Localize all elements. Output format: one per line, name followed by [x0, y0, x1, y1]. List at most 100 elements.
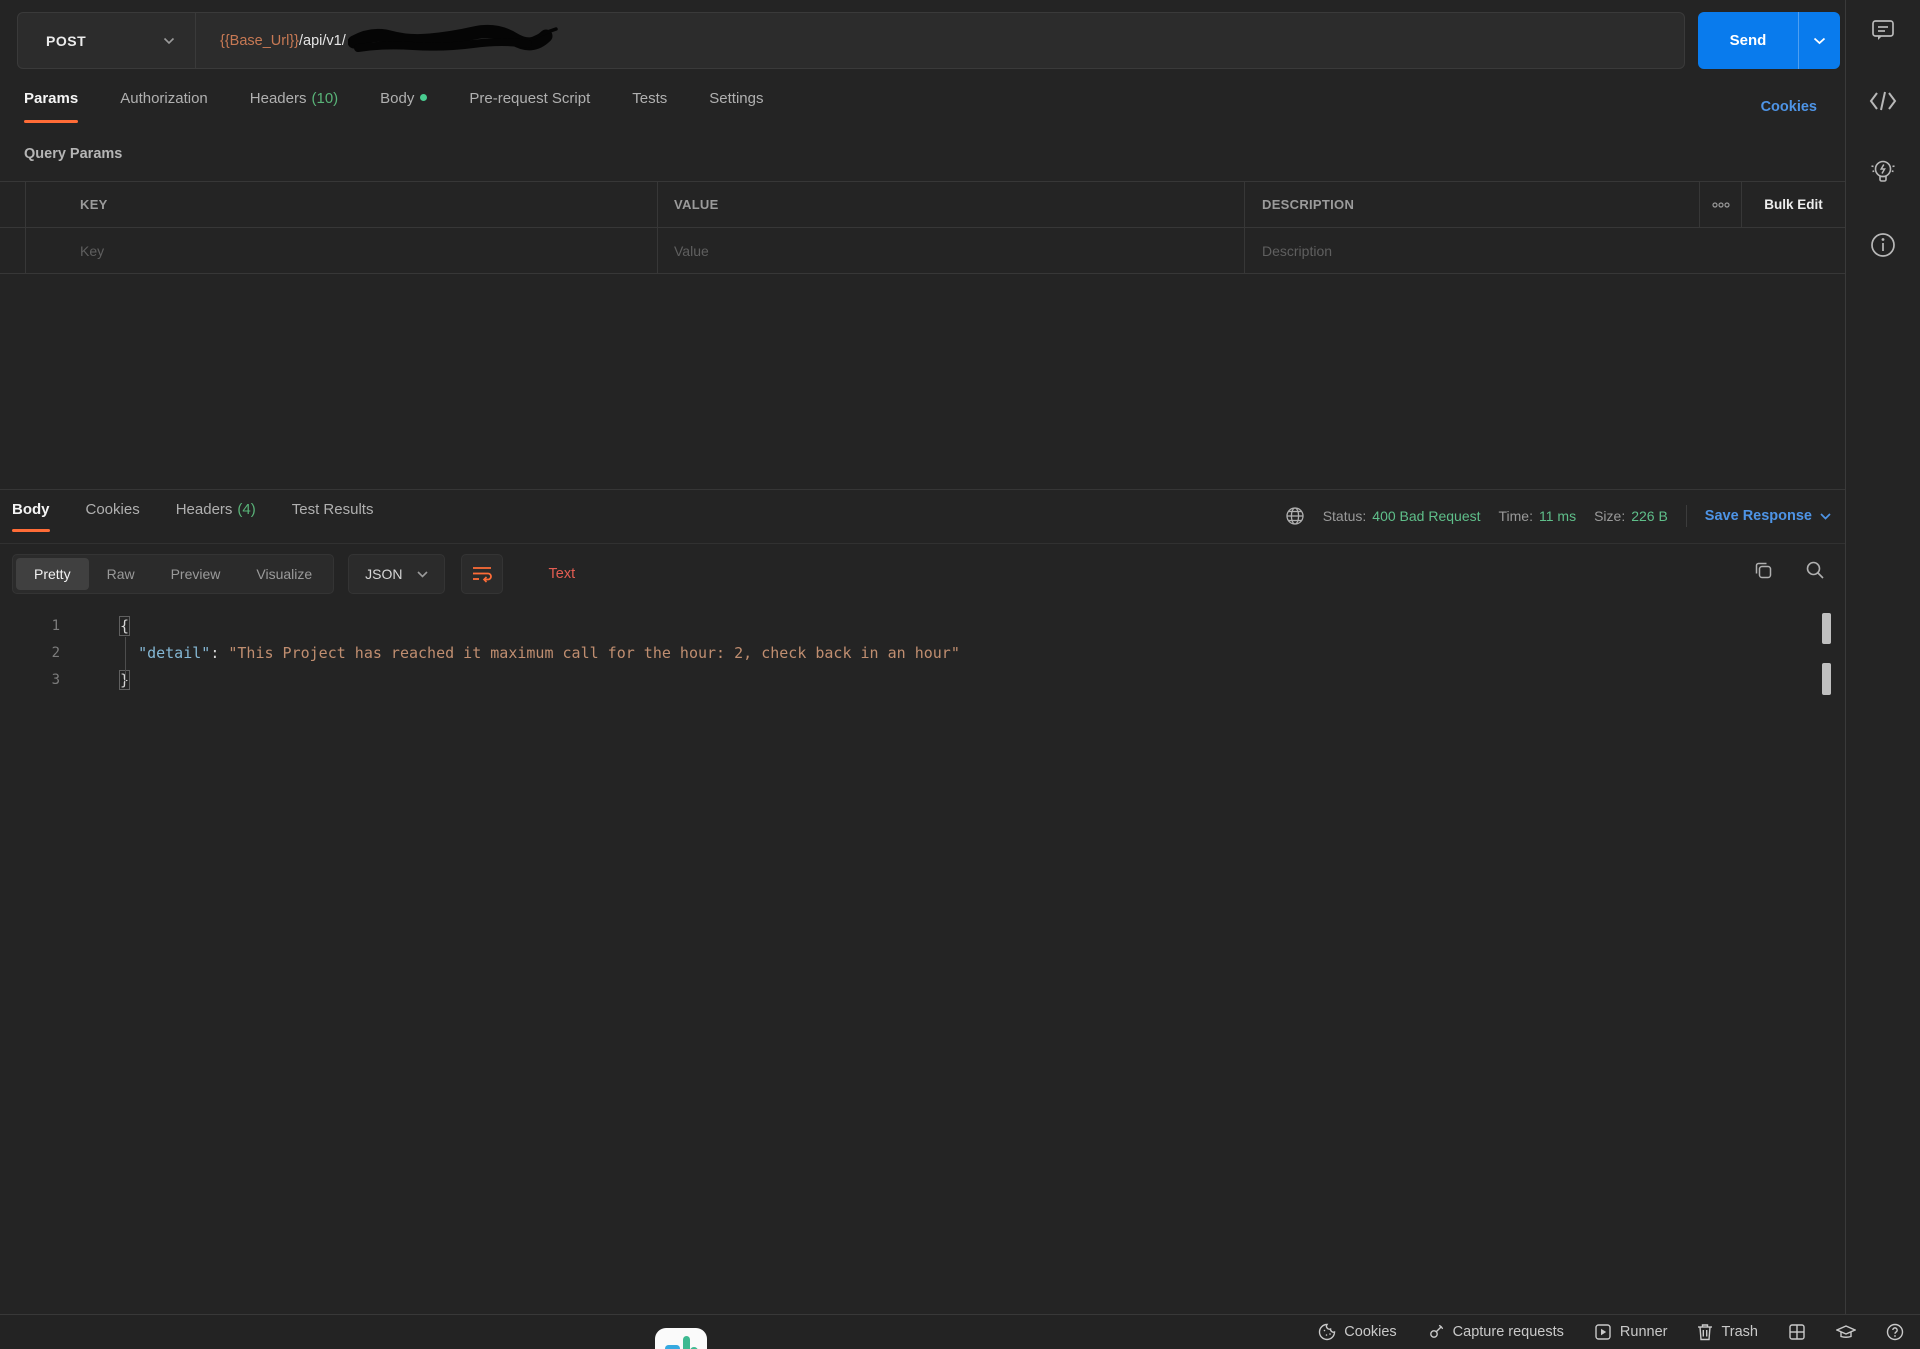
- row-gutter: [0, 228, 26, 273]
- size-field: Size: 226 B: [1594, 508, 1668, 524]
- footer-cookies-button[interactable]: Cookies: [1318, 1323, 1397, 1341]
- format-select[interactable]: JSON: [348, 554, 445, 594]
- help-button[interactable]: [1886, 1323, 1904, 1341]
- table-header-row: KEY VALUE DESCRIPTION Bulk Edit: [0, 182, 1845, 228]
- column-header-value: VALUE: [658, 182, 1245, 227]
- query-params-table: KEY VALUE DESCRIPTION Bulk Edit Key Valu…: [0, 181, 1845, 274]
- three-dots-icon: [1711, 201, 1730, 208]
- response-meta-row: Status: 400 Bad Request Time: 11 ms Size…: [1285, 501, 1831, 531]
- row-gutter: [0, 182, 26, 227]
- json-line: "detail": "This Project has reached it m…: [138, 643, 960, 662]
- response-tool-icons: [1753, 560, 1825, 580]
- url-path: /api/v1/: [299, 32, 346, 49]
- divider: [1685, 505, 1687, 527]
- headers-count-badge: (10): [311, 90, 339, 107]
- chevron-down-icon: [163, 37, 175, 45]
- response-view-toolbar: Pretty Raw Preview Visualize JSON Text: [12, 552, 575, 596]
- panel-layout-button[interactable]: [1788, 1323, 1806, 1341]
- code-line: 3 }: [51, 669, 131, 690]
- tab-tests[interactable]: Tests: [632, 90, 667, 123]
- tab-authorization[interactable]: Authorization: [120, 90, 208, 123]
- tab-headers[interactable]: Headers (10): [250, 90, 338, 123]
- time-value: 11 ms: [1538, 508, 1577, 524]
- comments-button[interactable]: [1869, 16, 1897, 44]
- status-field: Status: 400 Bad Request: [1322, 508, 1481, 524]
- json-key: "detail": [138, 643, 211, 662]
- trash-icon: [1697, 1323, 1713, 1341]
- bulk-edit-button[interactable]: Bulk Edit: [1742, 182, 1845, 227]
- tab-settings[interactable]: Settings: [709, 90, 763, 123]
- search-icon: [1805, 560, 1825, 580]
- response-body-code: 1 { 2 "detail": "This Project has reache…: [0, 612, 1820, 693]
- method-label: POST: [46, 32, 87, 49]
- value-input[interactable]: Value: [658, 228, 1245, 273]
- right-sidebar: [1845, 0, 1920, 1314]
- lightbulb-tips-button[interactable]: [1868, 156, 1898, 188]
- capture-requests-button[interactable]: Capture requests: [1427, 1323, 1564, 1341]
- request-url-bar: POST {{Base_Url}}/api/v1/: [17, 12, 1685, 69]
- wrap-text-icon: [472, 565, 492, 583]
- chevron-down-icon: [1820, 512, 1831, 520]
- redacted-url-scribble: [347, 24, 563, 58]
- search-button[interactable]: [1805, 560, 1825, 580]
- response-tabs-divider: [0, 543, 1845, 544]
- copy-icon: [1753, 560, 1773, 580]
- response-tabs: Body Cookies Headers (4) Test Results: [12, 501, 373, 532]
- query-params-title: Query Params: [24, 146, 123, 162]
- size-value: 226 B: [1631, 508, 1668, 524]
- view-mode-segmented-control: Pretty Raw Preview Visualize: [12, 554, 335, 594]
- response-tab-cookies[interactable]: Cookies: [86, 501, 140, 532]
- view-raw-button[interactable]: Raw: [89, 558, 153, 590]
- status-bar: Cookies Capture requests Runner Trash: [0, 1314, 1920, 1349]
- text-format-indicator: Text: [548, 566, 576, 582]
- status-value: 400 Bad Request: [1372, 508, 1481, 524]
- scroll-indicator: [1822, 613, 1831, 644]
- save-response-button[interactable]: Save Response: [1705, 508, 1831, 524]
- tab-params[interactable]: Params: [24, 90, 79, 123]
- cookie-icon: [1318, 1323, 1336, 1341]
- tab-body[interactable]: Body: [380, 90, 428, 123]
- view-preview-button[interactable]: Preview: [153, 558, 239, 590]
- runner-button[interactable]: Runner: [1594, 1323, 1667, 1341]
- method-select[interactable]: POST: [18, 13, 196, 68]
- info-button[interactable]: [1868, 230, 1898, 260]
- more-actions-button[interactable]: [1700, 182, 1742, 227]
- key-input[interactable]: Key: [26, 228, 658, 273]
- code-snippet-button[interactable]: [1868, 90, 1898, 112]
- wrap-text-button[interactable]: [460, 554, 503, 594]
- response-tab-headers[interactable]: Headers (4): [176, 501, 256, 532]
- response-section-divider: [0, 489, 1845, 490]
- training-button[interactable]: [1836, 1324, 1856, 1341]
- request-tabs: Params Authorization Headers (10) Body Pr…: [24, 90, 763, 132]
- code-line: 1 {: [51, 615, 131, 636]
- capture-requests-icon: [1427, 1323, 1445, 1341]
- scroll-indicator: [1822, 663, 1831, 695]
- open-brace: {: [118, 615, 131, 636]
- send-button[interactable]: Send: [1698, 12, 1840, 69]
- code-line: 2 "detail": "This Project has reached it…: [51, 643, 960, 662]
- globe-icon[interactable]: [1285, 506, 1305, 526]
- view-pretty-button[interactable]: Pretty: [16, 558, 89, 590]
- view-visualize-button[interactable]: Visualize: [238, 558, 330, 590]
- time-field: Time: 11 ms: [1498, 508, 1577, 524]
- response-tab-test-results[interactable]: Test Results: [292, 501, 374, 532]
- send-options-chevron-icon[interactable]: [1798, 12, 1840, 69]
- send-label: Send: [1729, 32, 1767, 49]
- json-string-value: "This Project has reached it maximum cal…: [228, 643, 960, 662]
- description-input[interactable]: Description: [1245, 228, 1845, 273]
- graduation-cap-icon: [1836, 1324, 1856, 1341]
- response-tab-body[interactable]: Body: [12, 501, 50, 532]
- cookies-link[interactable]: Cookies: [1761, 99, 1817, 115]
- trash-button[interactable]: Trash: [1697, 1323, 1758, 1341]
- url-variable: {{Base_Url}}: [220, 32, 300, 49]
- url-input[interactable]: {{Base_Url}}/api/v1/: [196, 13, 1684, 68]
- chevron-down-icon: [416, 570, 428, 578]
- column-header-key: KEY: [26, 182, 658, 227]
- grid-layout-icon: [1788, 1323, 1806, 1341]
- copy-button[interactable]: [1753, 560, 1773, 580]
- slack-dock-icon[interactable]: [655, 1328, 707, 1349]
- runner-icon: [1594, 1323, 1612, 1341]
- help-icon: [1886, 1323, 1904, 1341]
- tab-pre-request-script[interactable]: Pre-request Script: [469, 90, 590, 123]
- response-headers-count-badge: (4): [237, 501, 256, 518]
